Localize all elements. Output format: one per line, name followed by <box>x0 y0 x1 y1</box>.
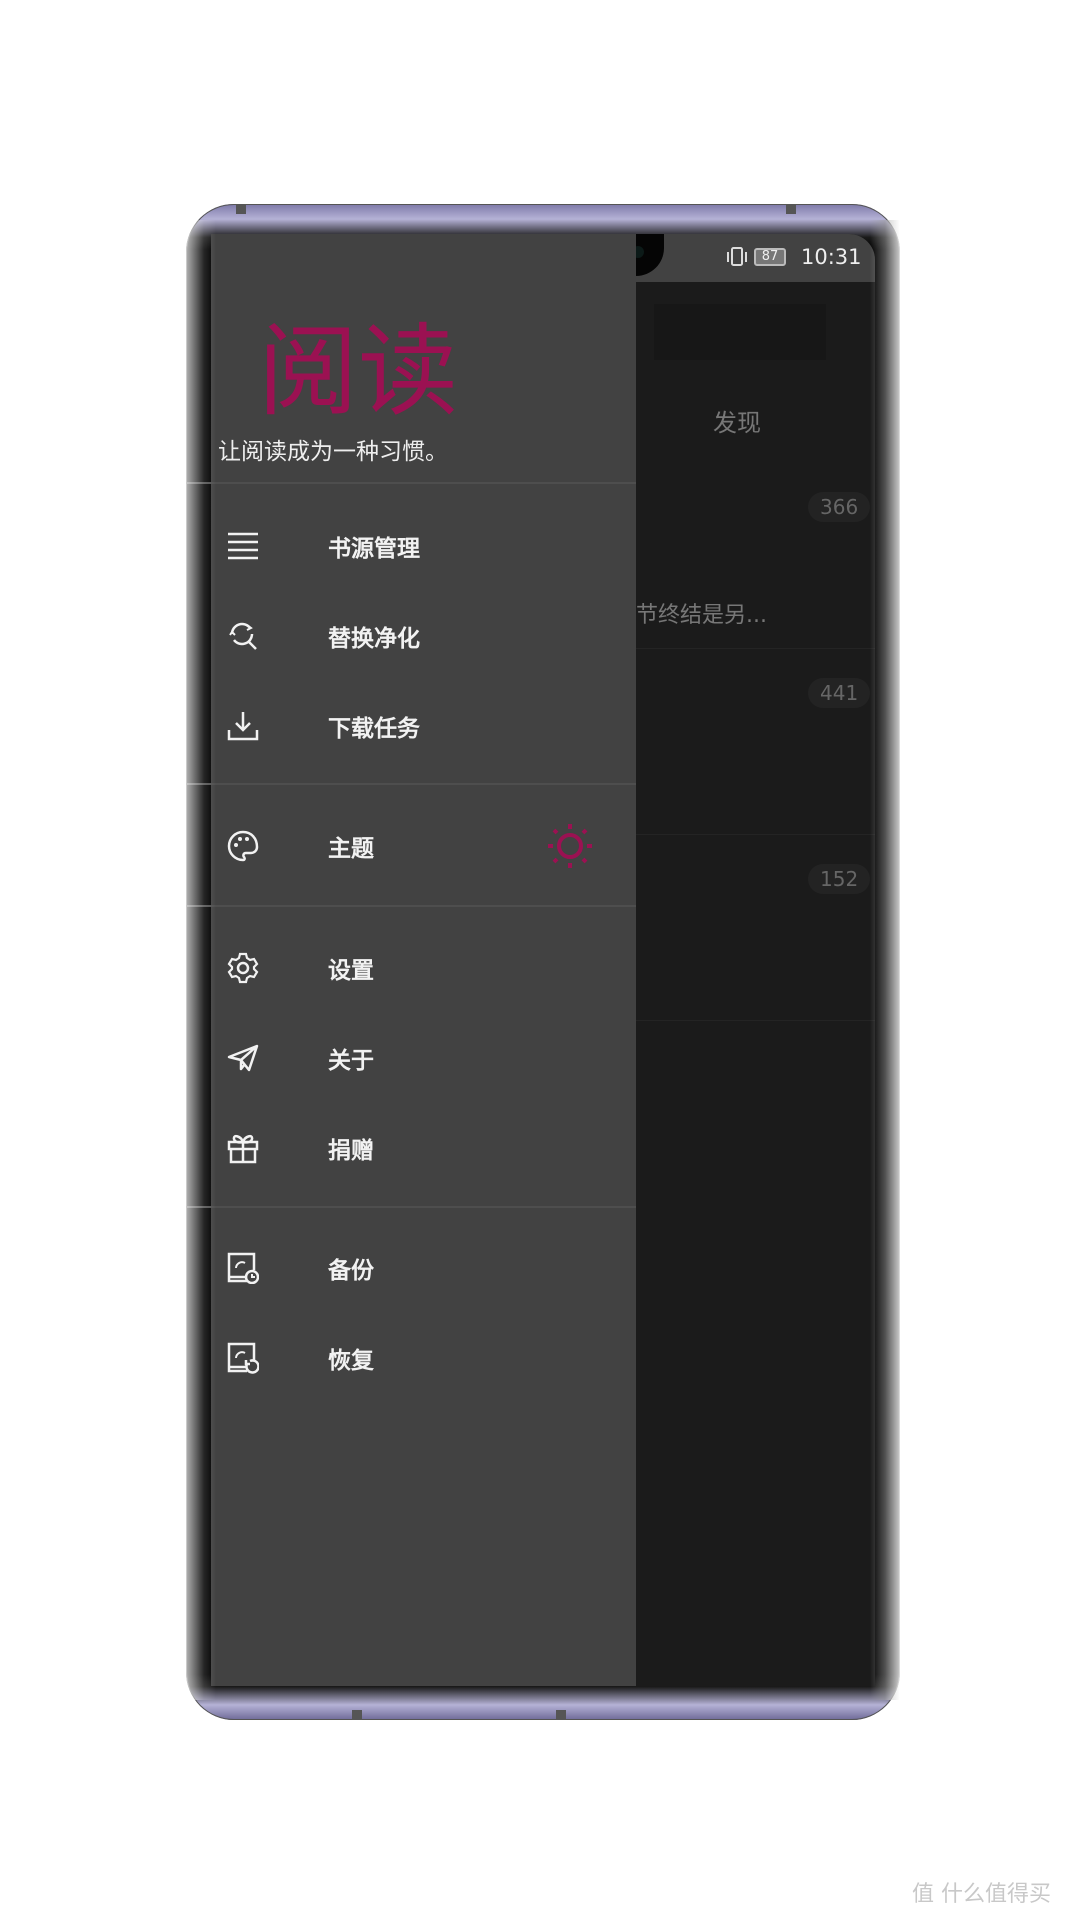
vibrate-icon <box>727 247 747 266</box>
menu-item-replace[interactable]: 替换净化 <box>211 596 636 676</box>
menu-item-book-source[interactable]: 书源管理 <box>211 506 636 586</box>
unread-count-badge: 152 <box>808 864 871 894</box>
list-icon <box>228 532 258 560</box>
menu-item-label: 备份 <box>328 1258 374 1284</box>
divider <box>186 783 636 785</box>
app-slogan: 让阅读成为一种习惯。 <box>218 439 448 465</box>
menu-item-settings[interactable]: 设置 <box>211 928 636 1008</box>
search-box[interactable] <box>654 304 826 360</box>
menu-item-label: 关于 <box>328 1048 374 1074</box>
sun-icon[interactable] <box>546 822 594 870</box>
menu-item-label: 恢复 <box>328 1348 374 1374</box>
book-latest-chapter: 节终结是另... <box>636 603 767 628</box>
menu-item-theme[interactable]: 主题 <box>211 806 636 886</box>
backup-icon <box>227 1252 259 1284</box>
menu-item-label: 下载任务 <box>328 716 420 742</box>
menu-item-label: 设置 <box>328 958 374 984</box>
divider <box>186 1206 636 1208</box>
download-icon <box>227 712 259 741</box>
watermark: 值 什么值得买 <box>912 1882 1051 1907</box>
unread-count-badge: 441 <box>808 678 871 708</box>
battery-indicator: 87 <box>754 248 786 266</box>
menu-item-label: 捐赠 <box>328 1138 374 1164</box>
menu-item-label: 替换净化 <box>328 626 420 652</box>
menu-item-donate[interactable]: 捐赠 <box>211 1108 636 1188</box>
replace-search-icon <box>229 622 257 650</box>
phone-curved-edge <box>186 220 216 1700</box>
menu-item-label: 书源管理 <box>328 536 420 562</box>
divider <box>186 905 636 907</box>
menu-item-about[interactable]: 关于 <box>211 1018 636 1098</box>
restore-icon <box>227 1342 259 1374</box>
row-separator <box>636 1020 875 1021</box>
menu-item-label: 主题 <box>328 836 374 862</box>
menu-item-backup[interactable]: 备份 <box>211 1228 636 1308</box>
paper-plane-icon <box>227 1044 259 1072</box>
app-logo: 阅读 <box>258 313 458 430</box>
tab-discover: 发现 <box>713 409 761 437</box>
unread-count-badge: 366 <box>808 492 871 522</box>
gift-icon <box>227 1134 259 1164</box>
row-separator <box>636 834 875 835</box>
menu-item-download[interactable]: 下载任务 <box>211 686 636 766</box>
frame-band <box>236 204 246 214</box>
palette-icon <box>227 830 259 862</box>
phone-curved-edge <box>870 220 900 1700</box>
frame-band <box>352 1710 362 1720</box>
row-separator <box>636 648 875 649</box>
clock: 10:31 <box>801 245 862 269</box>
menu-item-restore[interactable]: 恢复 <box>211 1318 636 1398</box>
frame-band <box>786 204 796 214</box>
frame-band <box>556 1710 566 1720</box>
gear-icon <box>227 952 259 984</box>
divider <box>186 482 636 484</box>
